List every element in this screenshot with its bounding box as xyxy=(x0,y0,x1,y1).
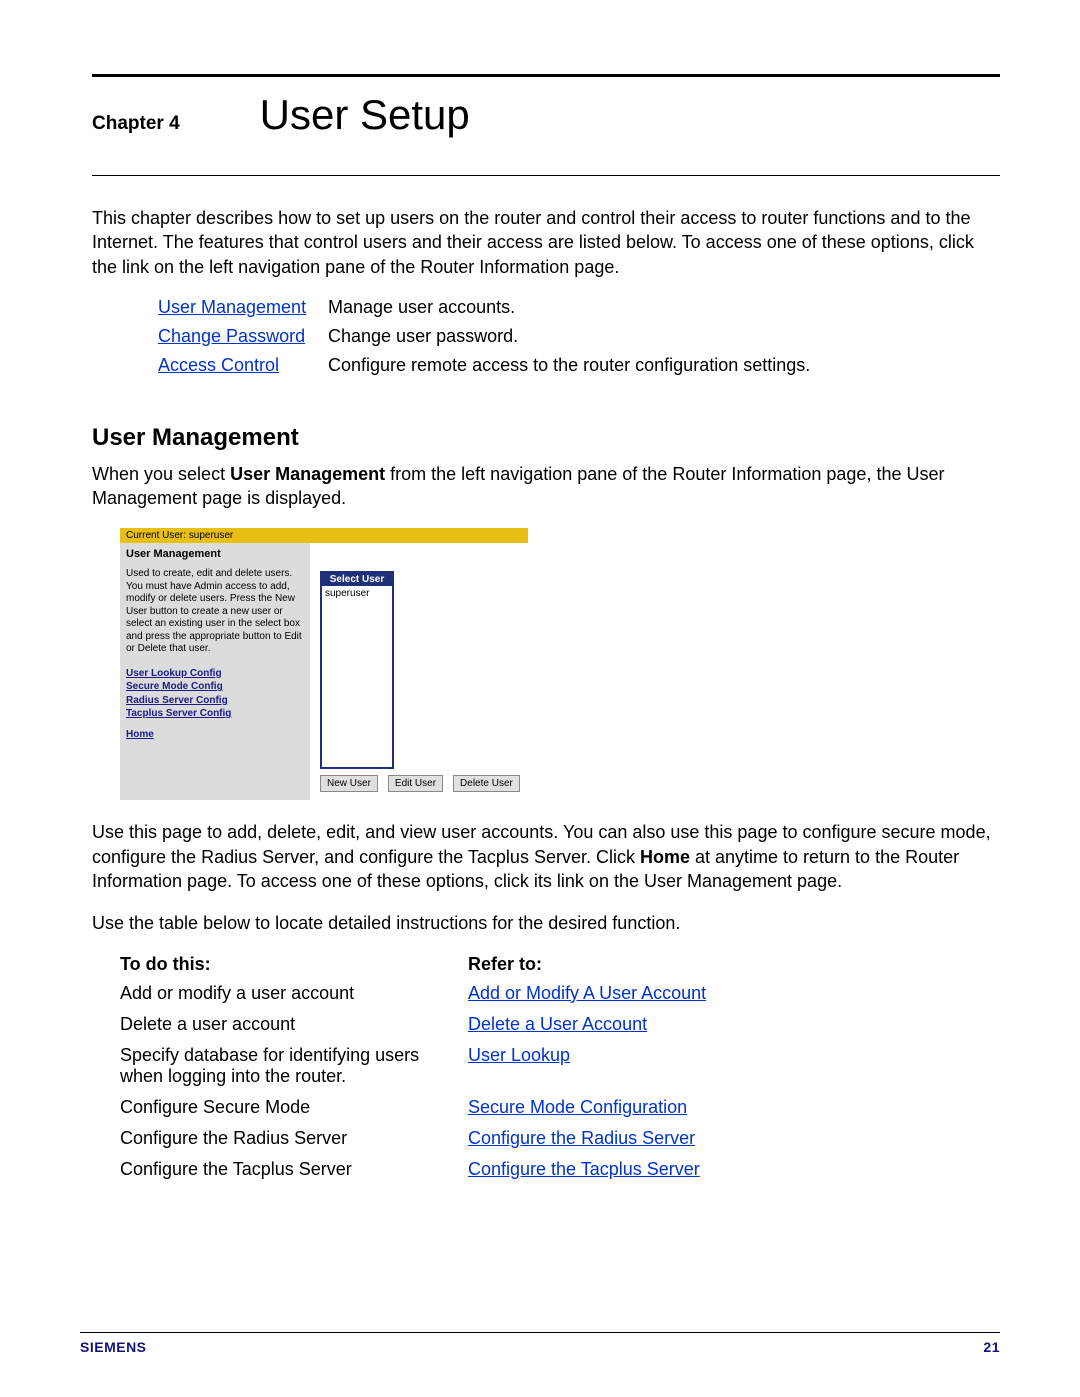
select-user-header: Select User xyxy=(322,573,392,586)
post-screenshot-para-2: Use the table below to locate detailed i… xyxy=(92,911,1000,935)
bold-text: Home xyxy=(640,847,690,867)
feature-row: Access Control Configure remote access t… xyxy=(158,355,1000,376)
task-todo: Delete a user account xyxy=(120,1014,468,1035)
ss-link-user-lookup-config[interactable]: User Lookup Config xyxy=(126,668,304,681)
edit-user-button[interactable]: Edit User xyxy=(388,775,443,792)
footer-brand: SIEMENS xyxy=(80,1339,147,1355)
task-link-tacplus[interactable]: Configure the Tacplus Server xyxy=(468,1159,700,1179)
bold-text: User Management xyxy=(230,464,385,484)
screenshot-sidebar: User Management Used to create, edit and… xyxy=(120,543,310,800)
new-user-button[interactable]: New User xyxy=(320,775,378,792)
screenshot-body: User Management Used to create, edit and… xyxy=(120,543,528,800)
ss-link-home[interactable]: Home xyxy=(126,729,304,742)
screenshot-heading: User Management xyxy=(126,548,304,562)
top-rule xyxy=(92,74,1000,77)
task-link-add-modify[interactable]: Add or Modify A User Account xyxy=(468,983,706,1003)
footer-page-number: 21 xyxy=(983,1339,1000,1355)
feature-desc: Configure remote access to the router co… xyxy=(328,355,1000,376)
task-todo: Configure Secure Mode xyxy=(120,1097,468,1118)
task-link-radius[interactable]: Configure the Radius Server xyxy=(468,1128,695,1148)
ss-link-tacplus-server-config[interactable]: Tacplus Server Config xyxy=(126,708,304,721)
ss-link-radius-server-config[interactable]: Radius Server Config xyxy=(126,695,304,708)
screenshot-desc: Used to create, edit and delete users. Y… xyxy=(126,568,304,656)
section-intro: When you select User Management from the… xyxy=(92,462,1000,511)
feature-link-change-password[interactable]: Change Password xyxy=(158,326,328,347)
task-todo: Configure the Radius Server xyxy=(120,1128,468,1149)
task-todo: Configure the Tacplus Server xyxy=(120,1159,468,1180)
text: When you select xyxy=(92,464,230,484)
task-row: Configure the Radius Server Configure th… xyxy=(120,1128,1000,1149)
intro-paragraph: This chapter describes how to set up use… xyxy=(92,206,1000,279)
feature-desc: Manage user accounts. xyxy=(328,297,1000,318)
page-footer: SIEMENS 21 xyxy=(80,1332,1000,1355)
task-header-col2: Refer to: xyxy=(468,954,1000,975)
feature-desc: Change user password. xyxy=(328,326,1000,347)
select-user-list[interactable]: superuser xyxy=(322,586,392,767)
task-todo: Add or modify a user account xyxy=(120,983,468,1004)
chapter-heading: Chapter 4 User Setup xyxy=(92,91,1000,139)
task-link-delete[interactable]: Delete a User Account xyxy=(468,1014,647,1034)
task-table-header: To do this: Refer to: xyxy=(120,954,1000,975)
section-heading: User Management xyxy=(92,424,1000,452)
post-screenshot-para-1: Use this page to add, delete, edit, and … xyxy=(92,820,1000,893)
screenshot-buttons: New User Edit User Delete User xyxy=(320,775,520,792)
thin-rule xyxy=(92,175,1000,176)
current-user-bar: Current User: superuser xyxy=(120,528,528,543)
task-todo: Specify database for identifying users w… xyxy=(120,1045,468,1087)
feature-link-access-control[interactable]: Access Control xyxy=(158,355,328,376)
task-link-secure-mode[interactable]: Secure Mode Configuration xyxy=(468,1097,687,1117)
feature-link-user-management[interactable]: User Management xyxy=(158,297,328,318)
task-row: Specify database for identifying users w… xyxy=(120,1045,1000,1087)
task-table: To do this: Refer to: Add or modify a us… xyxy=(120,954,1000,1180)
feature-row: Change Password Change user password. xyxy=(158,326,1000,347)
feature-row: User Management Manage user accounts. xyxy=(158,297,1000,318)
chapter-title: User Setup xyxy=(260,91,470,139)
task-row: Configure the Tacplus Server Configure t… xyxy=(120,1159,1000,1180)
delete-user-button[interactable]: Delete User xyxy=(453,775,520,792)
select-user-box[interactable]: Select User superuser xyxy=(320,571,394,769)
screenshot-links: User Lookup Config Secure Mode Config Ra… xyxy=(126,668,304,742)
task-header-col1: To do this: xyxy=(120,954,468,975)
select-user-item[interactable]: superuser xyxy=(325,588,389,599)
task-row: Configure Secure Mode Secure Mode Config… xyxy=(120,1097,1000,1118)
screenshot-container: Current User: superuser User Management … xyxy=(120,528,1000,800)
ss-link-secure-mode-config[interactable]: Secure Mode Config xyxy=(126,681,304,694)
task-row: Delete a user account Delete a User Acco… xyxy=(120,1014,1000,1035)
page: Chapter 4 User Setup This chapter descri… xyxy=(0,0,1080,1397)
screenshot-main: Select User superuser New User Edit User… xyxy=(310,543,528,800)
feature-table: User Management Manage user accounts. Ch… xyxy=(158,297,1000,376)
chapter-label: Chapter 4 xyxy=(92,113,180,135)
task-row: Add or modify a user account Add or Modi… xyxy=(120,983,1000,1004)
task-link-user-lookup[interactable]: User Lookup xyxy=(468,1045,570,1065)
user-management-screenshot: Current User: superuser User Management … xyxy=(120,528,528,800)
